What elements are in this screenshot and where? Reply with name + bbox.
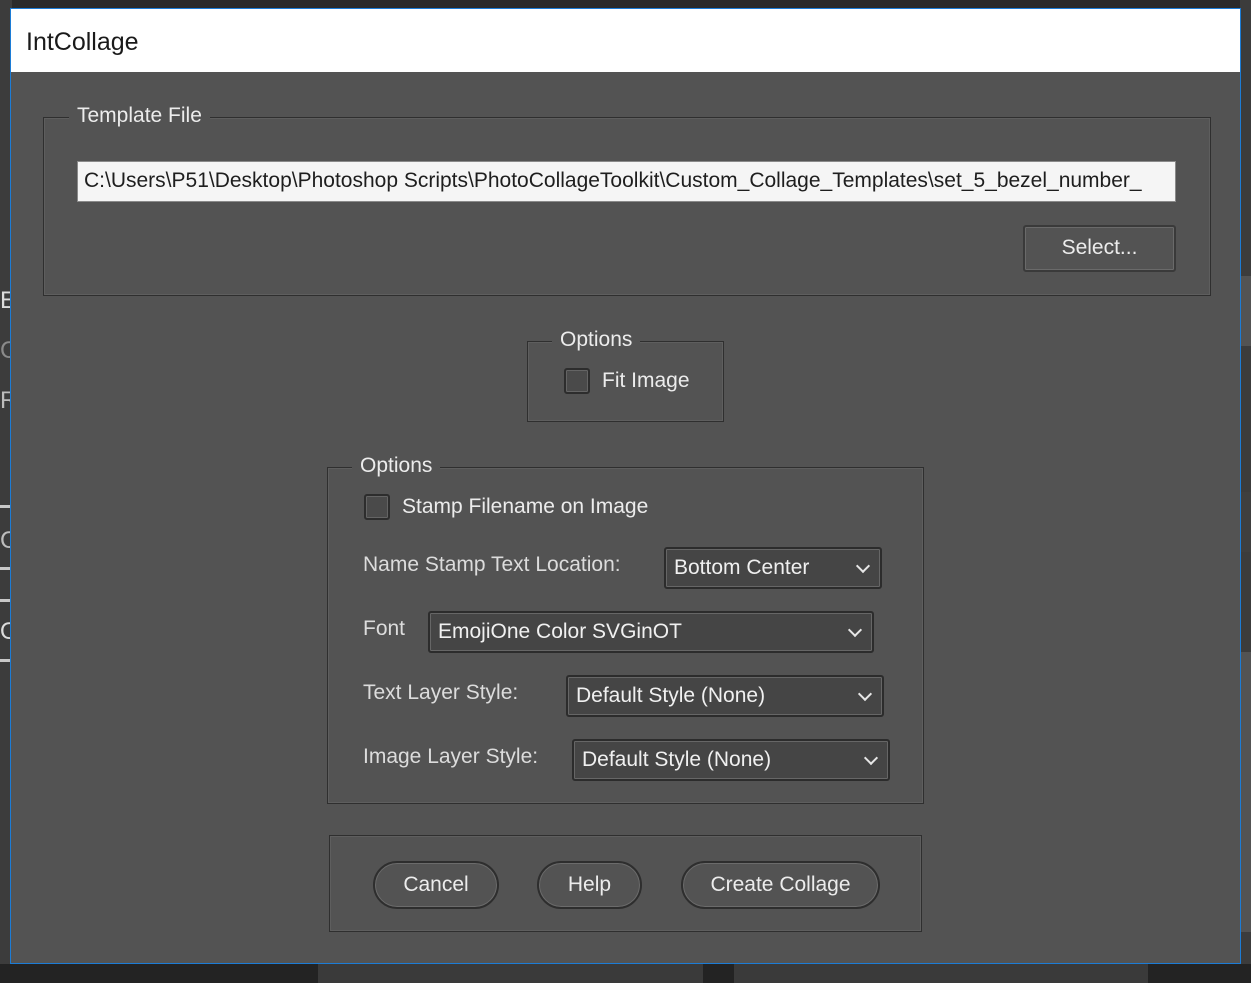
- fit-image-label: Fit Image: [602, 369, 690, 392]
- select-template-button[interactable]: Select...: [1023, 225, 1176, 272]
- background-divider: [0, 599, 10, 602]
- font-label: Font: [363, 617, 406, 640]
- template-path-input[interactable]: C:\Users\P51\Desktop\Photoshop Scripts\P…: [77, 161, 1176, 202]
- background-panel: [1240, 492, 1251, 552]
- help-button[interactable]: Help: [537, 861, 642, 909]
- create-collage-button[interactable]: Create Collage: [681, 861, 880, 909]
- background-panel: [1240, 652, 1251, 932]
- chevron-down-icon: [855, 558, 871, 574]
- options-stamp-group: Options Stamp Filename on Image Name Sta…: [327, 454, 924, 804]
- location-value: Bottom Center: [674, 556, 810, 579]
- background-divider: [0, 659, 10, 662]
- background-divider: [0, 505, 10, 508]
- template-file-group-label: Template File: [69, 104, 210, 128]
- options-stamp-group-label: Options: [352, 454, 441, 478]
- background-panel: [318, 964, 703, 983]
- font-dropdown[interactable]: EmojiOne Color SVGinOT: [428, 611, 874, 653]
- intcollage-dialog: IntCollage Template File C:\Users\P51\De…: [10, 8, 1241, 964]
- image-layer-style-dropdown[interactable]: Default Style (None): [572, 739, 890, 781]
- options-fit-group: Options Fit Image: [527, 328, 724, 422]
- chevron-down-icon: [863, 750, 879, 766]
- text-layer-style-label: Text Layer Style:: [363, 681, 519, 704]
- options-fit-group-label: Options: [552, 328, 641, 352]
- actions-group: Cancel Help Create Collage: [329, 835, 922, 932]
- background-divider: [0, 567, 10, 570]
- location-dropdown[interactable]: Bottom Center: [664, 547, 882, 589]
- template-file-group: Template File C:\Users\P51\Desktop\Photo…: [43, 104, 1211, 296]
- font-value: EmojiOne Color SVGinOT: [438, 620, 682, 643]
- stamp-filename-checkbox[interactable]: [364, 494, 390, 520]
- fit-image-checkbox[interactable]: [564, 368, 590, 394]
- location-label: Name Stamp Text Location:: [363, 553, 621, 576]
- dialog-title: IntCollage: [26, 28, 139, 56]
- text-layer-style-value: Default Style (None): [576, 684, 766, 707]
- image-layer-style-label: Image Layer Style:: [363, 745, 539, 768]
- chevron-down-icon: [847, 622, 863, 638]
- cancel-button[interactable]: Cancel: [373, 861, 499, 909]
- chevron-down-icon: [857, 686, 873, 702]
- background-panel: [1240, 276, 1251, 346]
- stamp-filename-label: Stamp Filename on Image: [402, 495, 649, 518]
- background-panel: [734, 964, 1148, 983]
- dialog-titlebar[interactable]: IntCollage: [11, 9, 1240, 72]
- image-layer-style-value: Default Style (None): [582, 748, 772, 771]
- text-layer-style-dropdown[interactable]: Default Style (None): [566, 675, 884, 717]
